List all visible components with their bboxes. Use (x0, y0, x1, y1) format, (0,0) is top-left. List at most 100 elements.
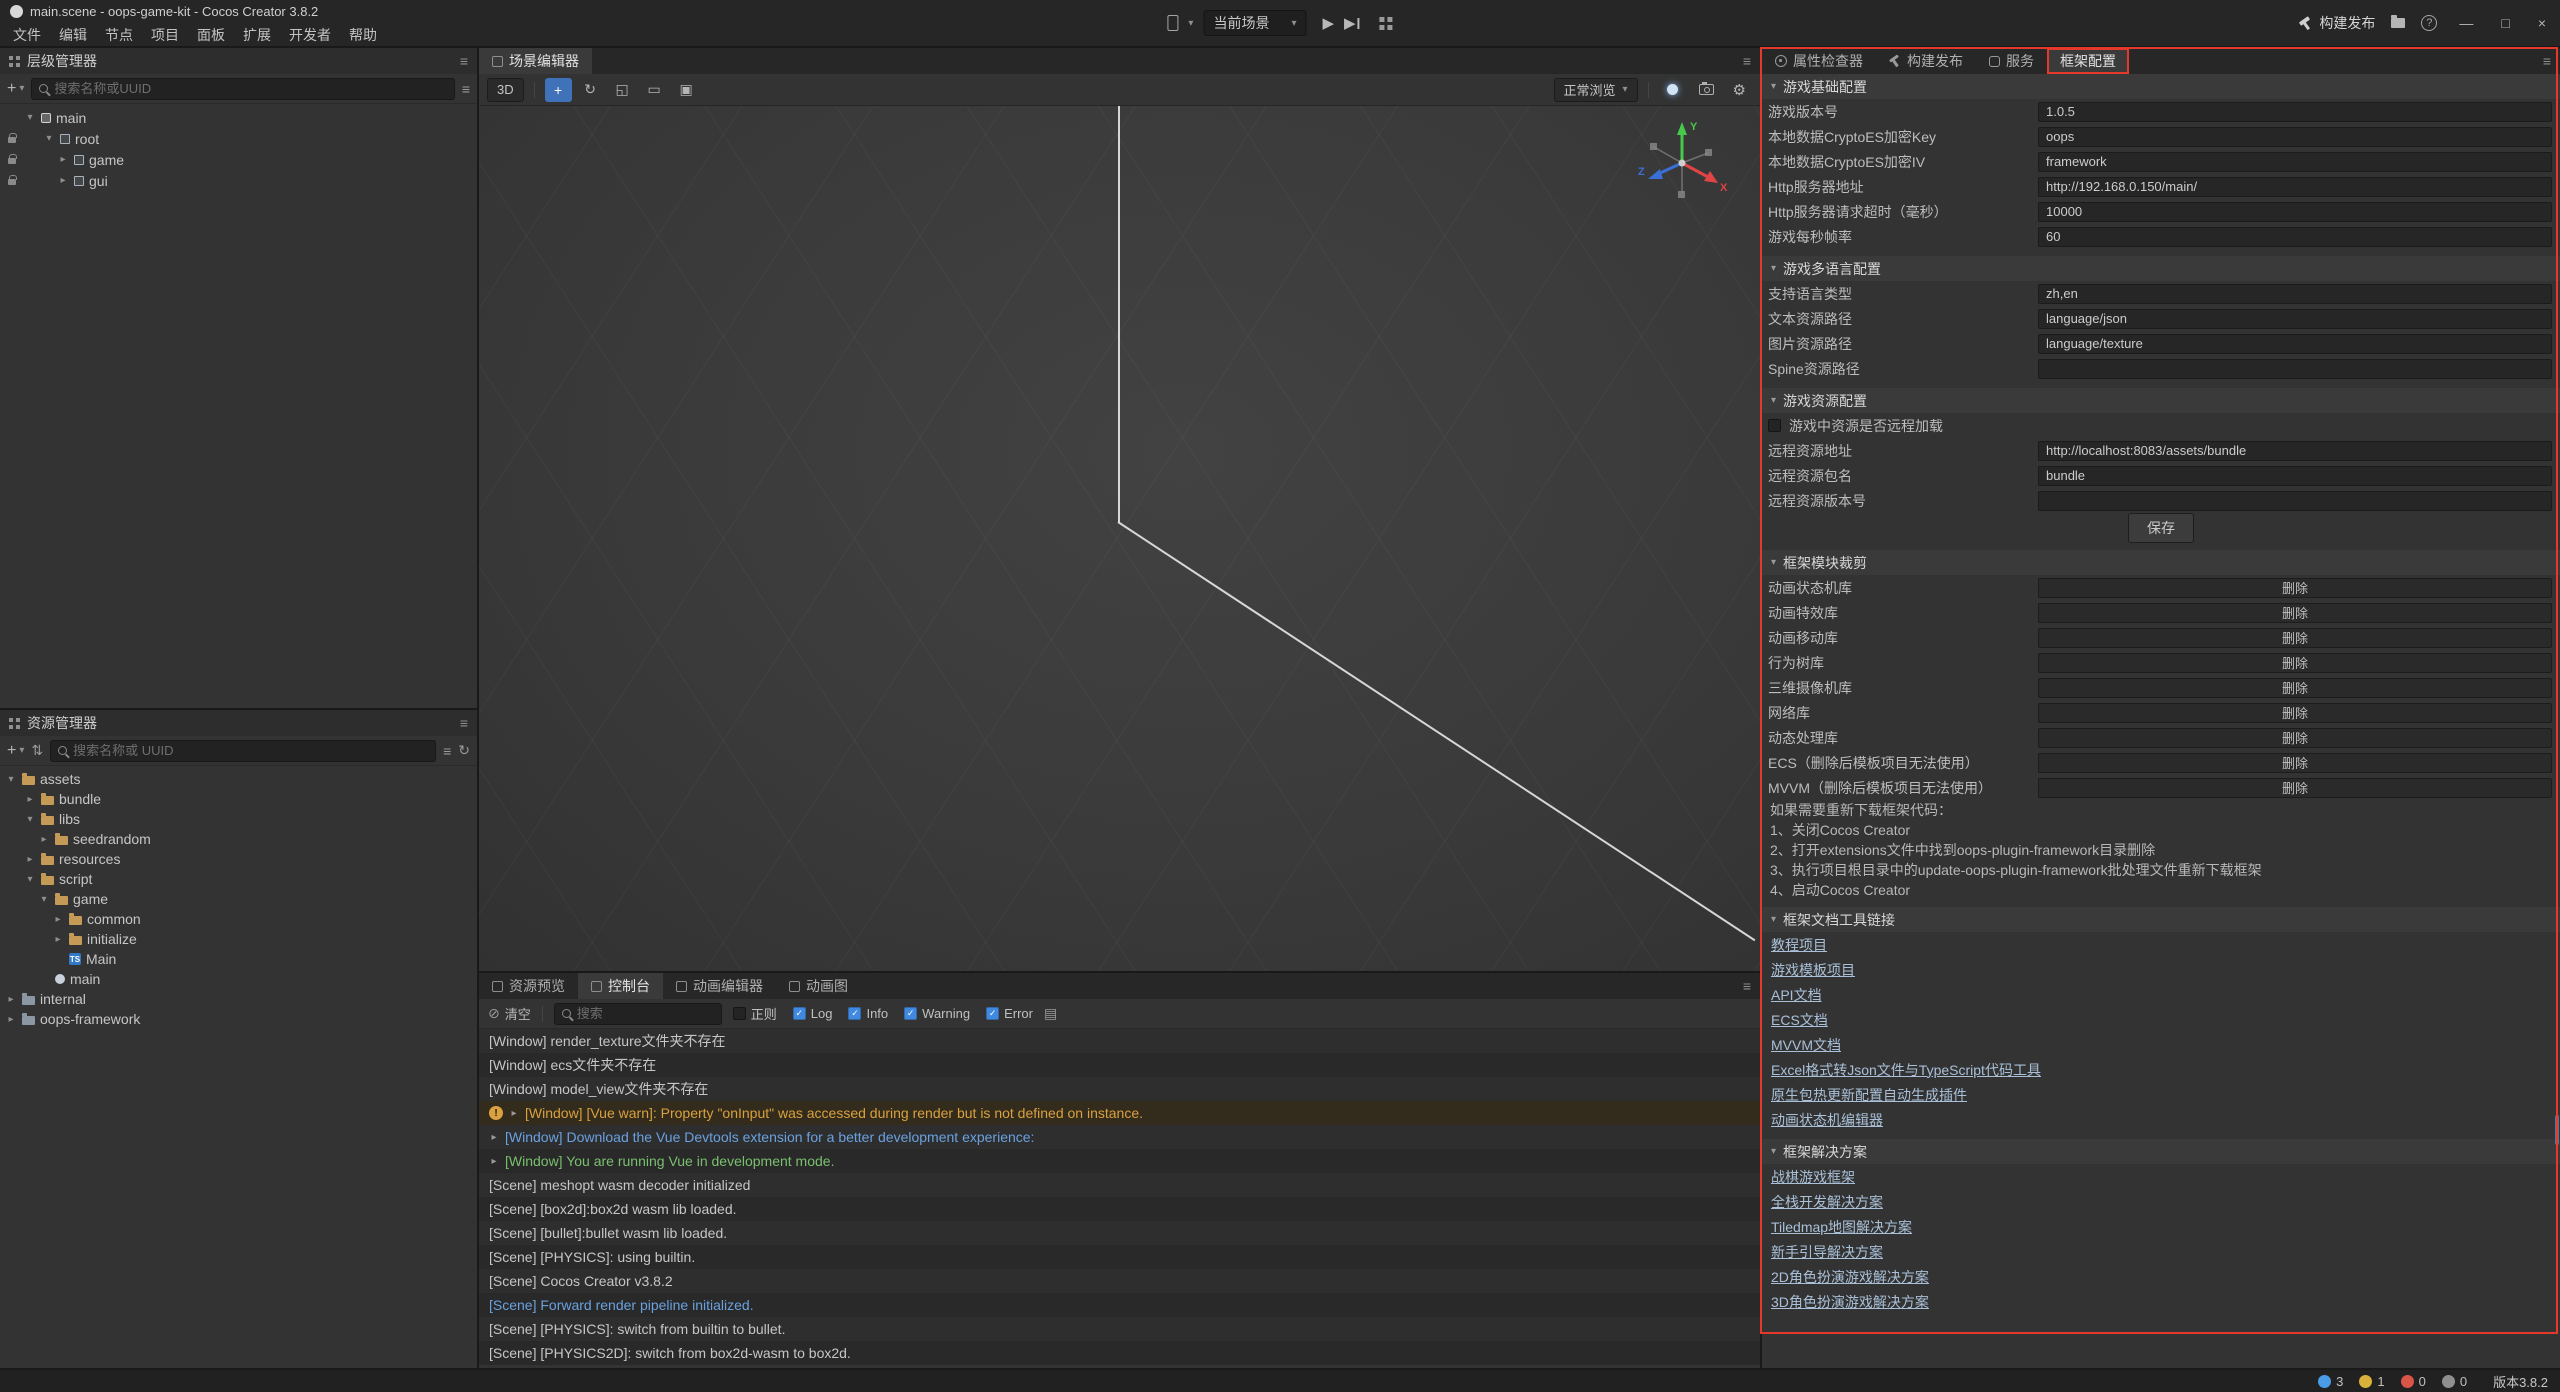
section-resource[interactable]: ▾ 游戏资源配置 (1762, 388, 2560, 413)
filter-info[interactable]: ✓ Info (848, 1006, 888, 1021)
log-row[interactable]: [Window] ecs文件夹不存在 (479, 1053, 1760, 1077)
doc-link[interactable]: API文档 (1771, 985, 1822, 1005)
regex-toggle[interactable]: 正则 (733, 1004, 777, 1023)
chevron-down-icon[interactable]: ▾ (1188, 18, 1193, 29)
log-row[interactable]: [Scene] Cocos Creator v3.8.2 (479, 1269, 1760, 1293)
tree-item-root[interactable]: ▾ root (0, 128, 477, 149)
menu-file[interactable]: 文件 (4, 23, 50, 47)
tree-item-oops-framework[interactable]: ▸ oops-framework (0, 1009, 477, 1029)
log-row[interactable]: [Window] model_view文件夹不存在 (479, 1077, 1760, 1101)
delete-module-button[interactable]: 删除 (2038, 728, 2552, 748)
rect-tool-icon[interactable]: ▭ (641, 78, 668, 102)
section-docs[interactable]: ▾ 框架文档工具链接 (1762, 907, 2560, 932)
panel-menu-icon[interactable]: ≡ (460, 715, 468, 731)
tree-item-game[interactable]: ▸ game (0, 149, 477, 170)
menu-panel[interactable]: 面板 (188, 23, 234, 47)
remote-url-input[interactable] (2038, 441, 2552, 461)
filter-warning[interactable]: ✓ Warning (904, 1006, 970, 1021)
expand-arrow-icon[interactable]: ▾ (24, 112, 36, 123)
notification-count[interactable]: 0 (2442, 1374, 2467, 1389)
expand-arrow-icon[interactable]: ▸ (509, 1108, 519, 1119)
close-button[interactable]: × (2532, 15, 2552, 31)
remote-load-checkbox[interactable] (1768, 419, 1781, 432)
delete-module-button[interactable]: 删除 (2038, 753, 2552, 773)
tab-property-inspector[interactable]: 属性检查器 (1762, 48, 1876, 74)
build-publish-button[interactable]: 构建发布 (2298, 13, 2375, 33)
camera-settings-icon[interactable] (1699, 84, 1714, 95)
move-tool-icon[interactable]: + (545, 78, 572, 102)
delete-module-button[interactable]: 删除 (2038, 778, 2552, 798)
expand-arrow-icon[interactable]: ▾ (5, 774, 17, 785)
log-row-info[interactable]: ▸ [Window] Download the Vue Devtools ext… (479, 1125, 1760, 1149)
solution-link[interactable]: Tiledmap地图解决方案 (1771, 1217, 1912, 1237)
tree-item-gui[interactable]: ▸ gui (0, 170, 477, 191)
filter-error-checkbox[interactable]: ✓ (986, 1007, 999, 1020)
spine-path-input[interactable] (2038, 359, 2552, 379)
panel-menu-icon[interactable]: ≡ (1743, 978, 1751, 994)
expand-arrow-icon[interactable]: ▸ (24, 854, 36, 865)
scene-viewport[interactable]: Y X Z (479, 106, 1760, 971)
sort-icon[interactable]: ⇅ (31, 742, 43, 759)
export-log-icon[interactable]: ▤ (1044, 1005, 1057, 1022)
tab-build-publish[interactable]: 构建发布 (1876, 48, 1976, 74)
tree-item-main-file[interactable]: main (0, 969, 477, 989)
filter-warning-checkbox[interactable]: ✓ (904, 1007, 917, 1020)
menu-developer[interactable]: 开发者 (280, 23, 340, 47)
assets-search-input[interactable] (73, 743, 428, 758)
section-modules[interactable]: ▾ 框架模块裁剪 (1762, 550, 2560, 575)
solution-link[interactable]: 新手引导解决方案 (1771, 1242, 1883, 1262)
languages-input[interactable] (2038, 284, 2552, 304)
frame-rate-input[interactable] (2038, 227, 2552, 247)
filter-log[interactable]: ✓ Log (793, 1006, 833, 1021)
expand-arrow-icon[interactable]: ▸ (52, 934, 64, 945)
filter-error[interactable]: ✓ Error (986, 1006, 1033, 1021)
doc-link[interactable]: 游戏模板项目 (1771, 960, 1855, 980)
section-game-basic[interactable]: ▾ 游戏基础配置 (1762, 74, 2560, 99)
crypto-iv-input[interactable] (2038, 152, 2552, 172)
tree-item-seedrandom[interactable]: ▸ seedrandom (0, 829, 477, 849)
play-button[interactable]: ▶ (1322, 14, 1334, 32)
lighting-toggle-icon[interactable] (1667, 84, 1678, 95)
delete-module-button[interactable]: 删除 (2038, 653, 2552, 673)
delete-module-button[interactable]: 删除 (2038, 578, 2552, 598)
filter-log-checkbox[interactable]: ✓ (793, 1007, 806, 1020)
log-row[interactable]: [Scene] meshopt wasm decoder initialized (479, 1173, 1760, 1197)
tab-asset-preview[interactable]: 资源预览 (479, 973, 578, 999)
panel-menu-icon[interactable]: ≡ (1743, 53, 1751, 69)
log-row-warning[interactable]: ! ▸ [Window] [Vue warn]: Property "onInp… (479, 1101, 1760, 1125)
expand-arrow-icon[interactable]: ▾ (43, 133, 55, 144)
minimize-button[interactable]: — (2453, 15, 2479, 31)
expand-arrow-icon[interactable]: ▸ (38, 834, 50, 845)
scrollbar-thumb[interactable] (2555, 1115, 2559, 1145)
doc-link[interactable]: 动画状态机编辑器 (1771, 1110, 1883, 1130)
console-error-count[interactable]: 0 (2401, 1374, 2426, 1389)
console-info-count[interactable]: 3 (2318, 1374, 2343, 1389)
lock-icon[interactable] (8, 137, 16, 143)
lock-icon[interactable] (8, 158, 16, 164)
menu-project[interactable]: 项目 (142, 23, 188, 47)
create-asset-button[interactable]: +▾ (7, 742, 24, 760)
tab-console[interactable]: 控制台 (578, 973, 663, 999)
doc-link[interactable]: 原生包热更新配置自动生成插件 (1771, 1085, 1967, 1105)
http-server-input[interactable] (2038, 177, 2552, 197)
orientation-gizmo[interactable]: Y X Z (1634, 115, 1730, 211)
open-project-folder-icon[interactable] (2391, 18, 2405, 28)
log-row[interactable]: [Scene] [box2d]:box2d wasm lib loaded. (479, 1197, 1760, 1221)
expand-arrow-icon[interactable]: ▸ (5, 994, 17, 1005)
log-row-success[interactable]: ▸ [Window] You are running Vue in develo… (479, 1149, 1760, 1173)
step-button[interactable]: ▶ (1344, 14, 1360, 32)
expand-arrow-icon[interactable]: ▸ (52, 914, 64, 925)
game-version-input[interactable] (2038, 102, 2552, 122)
filter-icon[interactable]: ≡ (462, 81, 470, 97)
rotate-tool-icon[interactable]: ↻ (577, 78, 604, 102)
tree-item-bundle[interactable]: ▸ bundle (0, 789, 477, 809)
log-row[interactable]: [Scene] [PHYSICS]: using builtin. (479, 1245, 1760, 1269)
layout-grid-icon[interactable] (1380, 17, 1393, 30)
tree-item-script[interactable]: ▾ script (0, 869, 477, 889)
console-search-input[interactable] (577, 1006, 714, 1021)
menu-help[interactable]: 帮助 (340, 23, 386, 47)
doc-link[interactable]: 教程项目 (1771, 935, 1827, 955)
menu-node[interactable]: 节点 (96, 23, 142, 47)
maximize-button[interactable]: □ (2495, 15, 2515, 31)
tree-item-internal[interactable]: ▸ internal (0, 989, 477, 1009)
